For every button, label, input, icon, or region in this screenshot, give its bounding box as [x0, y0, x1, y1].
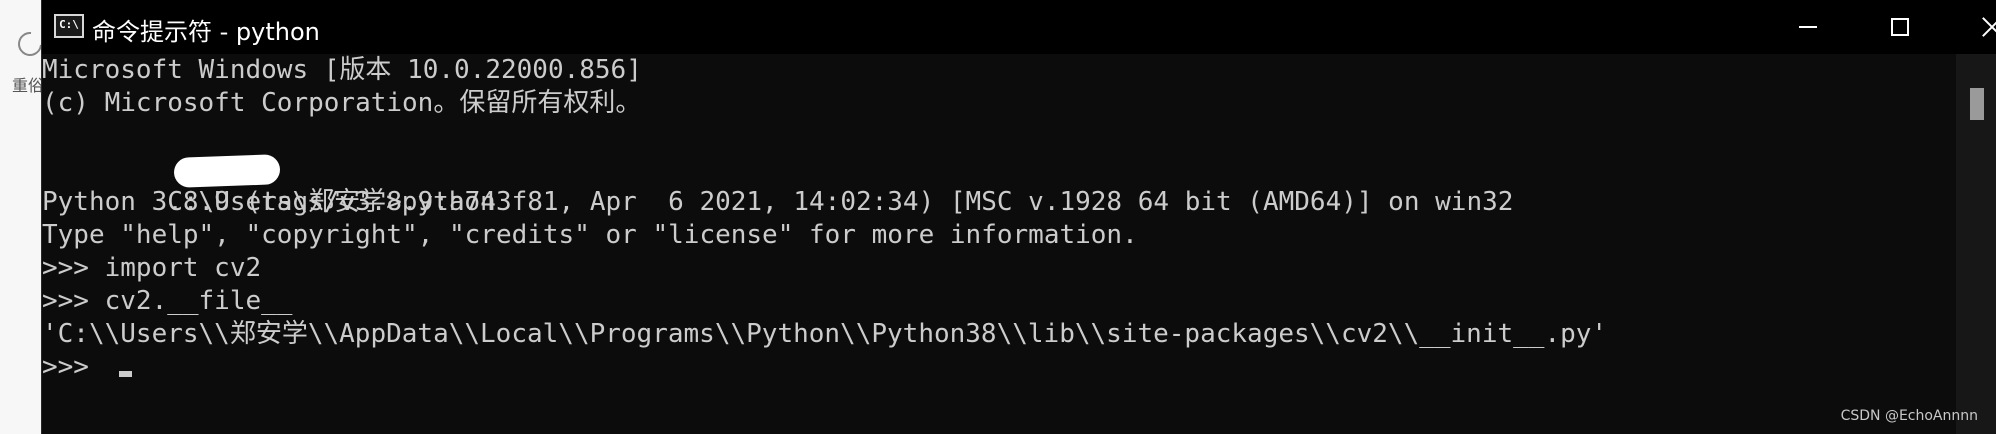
desktop: 重俗 C:\ 命令提示符 - python Microsoft Windows …: [0, 0, 1996, 434]
redaction-mark: [173, 154, 281, 188]
watermark: CSDN @EchoAnnnn: [1840, 408, 1978, 424]
console-line: >>> cv2.__file__: [42, 286, 293, 316]
vertical-scrollbar[interactable]: [1956, 54, 1996, 434]
console-icon: C:\: [54, 14, 84, 38]
console-line: Python 3.8.9 (tags/v3.8.9:a743f81, Apr 6…: [42, 187, 1514, 217]
console-line: >>> import cv2: [42, 253, 262, 283]
window-title: 命令提示符 - python: [92, 18, 320, 46]
minimize-icon: [1799, 26, 1817, 28]
prompt-text: >>>: [42, 352, 105, 382]
title-bar[interactable]: C:\ 命令提示符 - python: [42, 0, 1996, 54]
minimize-button[interactable]: [1762, 0, 1854, 54]
close-icon: [1981, 16, 1996, 38]
close-button[interactable]: [1946, 0, 1996, 54]
scrollbar-thumb[interactable]: [1970, 88, 1984, 120]
console-input-line[interactable]: >>>: [42, 351, 1956, 384]
console-line: Microsoft Windows [版本 10.0.22000.856]: [42, 55, 642, 85]
command-prompt-window: C:\ 命令提示符 - python Microsoft Windows [版本…: [41, 0, 1996, 434]
background-app-label: 重俗: [12, 76, 45, 95]
console-line-prompt-python: C:\Users\郑安学>python: [42, 153, 1956, 217]
console-output[interactable]: Microsoft Windows [版本 10.0.22000.856] (c…: [42, 54, 1956, 434]
text-cursor: [118, 371, 132, 377]
maximize-button[interactable]: [1854, 0, 1946, 54]
console-line: (c) Microsoft Corporation。保留所有权利。: [42, 88, 642, 118]
console-line: 'C:\\Users\\郑安学\\AppData\\Local\\Program…: [42, 319, 1608, 349]
maximize-icon: [1891, 18, 1909, 36]
console-line: Type "help", "copyright", "credits" or "…: [42, 220, 1138, 250]
background-app: 重俗: [0, 0, 47, 434]
